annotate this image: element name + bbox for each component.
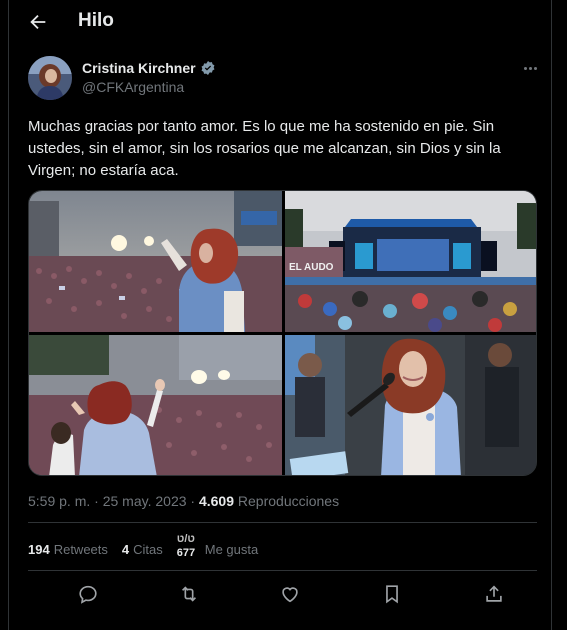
views-label: Reproducciones: [237, 493, 340, 509]
reply-icon[interactable]: [77, 583, 99, 605]
tweet-photo-2[interactable]: EL AUDO: [285, 191, 536, 332]
retweets-count: 194: [28, 541, 50, 557]
share-icon[interactable]: [483, 583, 505, 605]
author-handle[interactable]: @CFKArgentina: [82, 79, 184, 95]
tweet-stats: 194 Retweets 4 Citas ט/ט 677 Me gusta: [28, 533, 259, 559]
tweet-time[interactable]: 5:59 p. m.: [28, 493, 90, 509]
tweet-meta: 5:59 p. m. · 25 may. 2023 · 4.609 Reprod…: [28, 493, 339, 509]
likes-count: ט/ט 677: [176, 533, 201, 559]
tweet-actions: [28, 580, 537, 608]
thread-header: Hilo: [9, 0, 553, 44]
more-options-icon[interactable]: [519, 60, 541, 76]
avatar[interactable]: [28, 56, 72, 100]
likes-stat[interactable]: ט/ט 677 Me gusta: [176, 533, 259, 559]
like-icon[interactable]: [279, 583, 301, 605]
likes-count-bottom: 677: [176, 547, 196, 559]
tweet-photo-4[interactable]: [285, 335, 536, 475]
likes-count-top: ט/ט: [176, 533, 195, 545]
stage-sign-text: EL AUDO: [289, 262, 334, 273]
tweet-photo-3[interactable]: [29, 335, 282, 475]
retweet-icon[interactable]: [178, 583, 200, 605]
meta-separator-2: ·: [190, 493, 196, 509]
page-title: Hilo: [78, 10, 114, 31]
author-name[interactable]: Cristina Kirchner: [82, 60, 216, 76]
tweet-photo-1[interactable]: [29, 191, 282, 332]
quotes-stat[interactable]: 4 Citas: [122, 542, 163, 557]
meta-separator-1: ·: [94, 493, 99, 509]
thread-panel: Hilo Cristina Kirchner @CFKArgentina Muc…: [8, 0, 552, 630]
quotes-count: 4: [121, 541, 130, 557]
retweets-stat[interactable]: 194 Retweets: [28, 542, 108, 557]
bookmark-icon[interactable]: [381, 583, 403, 605]
divider-bottom: [28, 570, 537, 571]
retweets-label: Retweets: [53, 541, 108, 557]
media-grid: EL AUDO: [28, 190, 537, 476]
likes-label: Me gusta: [204, 541, 259, 557]
quotes-label: Citas: [133, 541, 163, 557]
tweet-date[interactable]: 25 may. 2023: [103, 493, 187, 509]
verified-badge-icon: [201, 61, 215, 75]
views-count: 4.609: [198, 493, 235, 509]
arrow-left-icon[interactable]: [27, 11, 49, 33]
tweet-text: Muchas gracias por tanto amor. Es lo que…: [28, 118, 501, 179]
author-name-text: Cristina Kirchner: [82, 60, 196, 76]
divider-top: [28, 522, 537, 523]
